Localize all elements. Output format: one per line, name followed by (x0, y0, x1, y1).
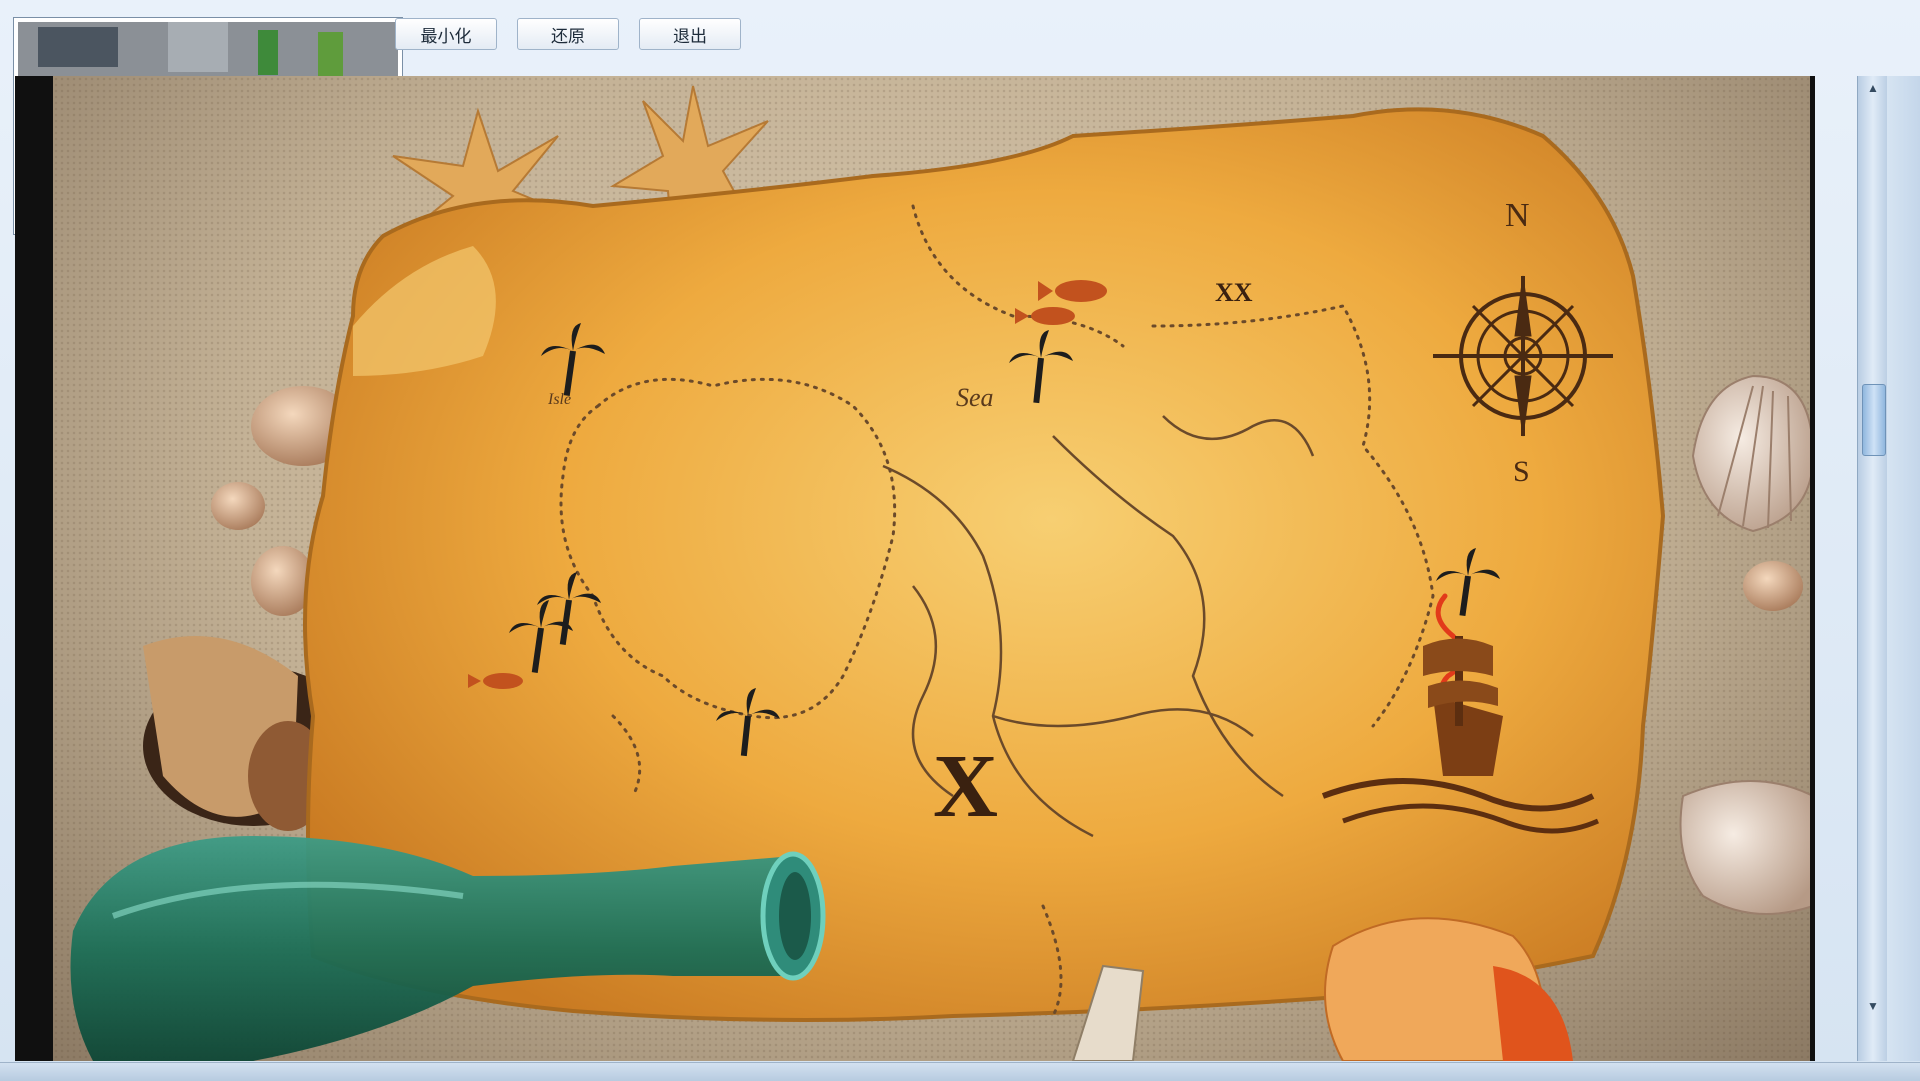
exit-button[interactable]: 退出 (639, 18, 741, 50)
treasure-map-slide: Sea Isle XX X N S (53, 76, 1810, 1061)
conch-shell-bottom-right (1679, 780, 1810, 915)
minimize-button[interactable]: 最小化 (395, 18, 497, 50)
vertical-scrollbar[interactable]: ▲ ▼ (1857, 76, 1888, 1061)
treasure-map-illustration: Sea Isle XX X N S (70, 85, 1810, 1061)
window-bottom-bar (0, 1062, 1920, 1081)
compass-south-label: S (1513, 455, 1530, 488)
restore-button[interactable]: 还原 (517, 18, 619, 50)
player-toolbar: 最小化 还原 退出 (395, 18, 741, 50)
isle-label: Isle (547, 391, 571, 408)
slide-content-area: Sea Isle XX X N S (15, 76, 1815, 1061)
seashell-right (1691, 374, 1810, 533)
app-window: 最小化 还原 退出 Sea Isle XX X N S ▲ ▼ (0, 0, 1920, 1081)
scrollbar-thumb[interactable] (1862, 384, 1886, 456)
sea-label: Sea (956, 383, 994, 412)
scroll-up-icon[interactable]: ▲ (1862, 78, 1884, 98)
xx-mark-label: XX (1215, 278, 1253, 307)
treasure-x-mark: X (933, 737, 998, 836)
compass-north-label: N (1505, 197, 1530, 234)
glass-bottle (70, 836, 826, 1061)
scroll-down-icon[interactable]: ▼ (1862, 996, 1884, 1016)
window-right-edge (1887, 76, 1920, 1061)
